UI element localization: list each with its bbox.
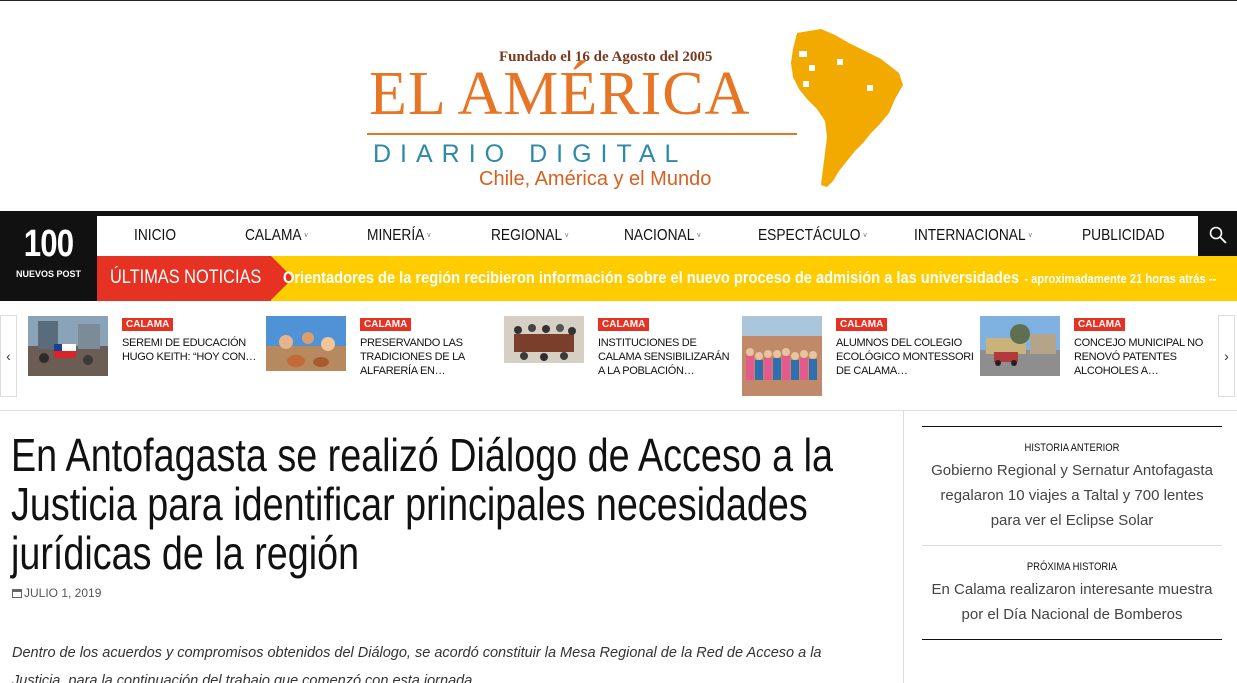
- card-title[interactable]: CONCEJO MUNICIPAL NO RENOVÓ PATENTES ALC…: [1074, 336, 1212, 378]
- menu-item-nacional[interactable]: NACIONAL ˅: [624, 227, 701, 245]
- menu-item-espectaculo[interactable]: ESPECTÁCULO ˅: [758, 227, 867, 245]
- card-thumbnail: [980, 316, 1060, 376]
- card-thumbnail: [266, 316, 346, 371]
- article-title: En Antofagasta se realizó Diálogo de Acc…: [11, 429, 833, 579]
- menu-item-inicio[interactable]: INICIO: [134, 227, 176, 245]
- card-category-badge[interactable]: CALAMA: [1074, 318, 1126, 331]
- menu-item-mineria[interactable]: MINERÍA ˅: [367, 227, 431, 245]
- card-thumbnail: [28, 316, 108, 376]
- chevron-left-icon: ‹: [6, 348, 11, 364]
- site-logo[interactable]: Fundado el 16 de Agosto del 2005 EL AMÉR…: [365, 29, 905, 195]
- search-icon: [1209, 226, 1227, 244]
- logo-brand-name: EL AMÉRICA: [369, 60, 751, 128]
- next-story-link[interactable]: En Calama realizaron interesante muestra…: [922, 577, 1222, 639]
- chevron-down-icon: ˅: [863, 231, 868, 241]
- logo-rule: [367, 133, 797, 135]
- new-post-label: NUEVOS POST: [15, 269, 81, 279]
- chevron-right-icon: ›: [1224, 348, 1229, 364]
- menu-label: MINERÍA: [367, 227, 425, 244]
- breaking-news-ticker: ÚLTIMAS NOTICIAS Orientadores de la regi…: [97, 256, 1237, 301]
- card-category-badge[interactable]: CALAMA: [360, 318, 412, 331]
- menu-label: NACIONAL: [624, 227, 695, 244]
- previous-story-label: HISTORIA ANTERIOR: [1024, 442, 1120, 454]
- new-post-counter: 100 NUEVOS POST: [0, 211, 97, 301]
- card-thumbnail: [742, 316, 822, 396]
- card-category-badge[interactable]: CALAMA: [598, 318, 650, 331]
- main-navigation: 100 NUEVOS POST INICIO CALAMA ˅ MINERÍA ˅ …: [0, 211, 1237, 301]
- menu-item-publicidad[interactable]: PUBLICIDAD: [1082, 227, 1165, 245]
- article-main: En Antofagasta se realizó Diálogo de Acc…: [0, 411, 904, 683]
- chevron-down-icon: ˅: [426, 231, 431, 241]
- card-title[interactable]: ALUMNOS DEL COLEGIO ECOLÓGICO MONTESSORI…: [836, 336, 974, 378]
- carousel-card[interactable]: CALAMA PRESERVANDO LAS TRADICIONES DE LA…: [266, 316, 496, 401]
- menu-label: ESPECTÁCULO: [758, 227, 861, 244]
- card-category-badge[interactable]: CALAMA: [122, 318, 174, 331]
- site-header: Fundado el 16 de Agosto del 2005 EL AMÉR…: [0, 0, 1237, 211]
- story-navigation-sidebar: HISTORIA ANTERIOR Gobierno Regional y Se…: [922, 426, 1222, 640]
- ticker-headline-text: Orientadores de la región recibieron inf…: [283, 268, 1020, 287]
- menu-item-internacional[interactable]: INTERNACIONAL ˅: [914, 227, 1032, 245]
- carousel-card[interactable]: CALAMA INSTITUCIONES DE CALAMA SENSIBILI…: [504, 316, 734, 401]
- carousel-next-button[interactable]: ›: [1218, 315, 1235, 397]
- news-carousel: ‹ CALAMA SEREMI DE EDUCACIÓN HUGO KEITH:…: [0, 301, 1237, 411]
- menu-label: CALAMA: [245, 227, 302, 244]
- article-lead: Dentro de los acuerdos y compromisos obt…: [12, 645, 822, 683]
- carousel-card[interactable]: CALAMA SEREMI DE EDUCACIÓN HUGO KEITH: “…: [28, 316, 258, 401]
- menu-label: INICIO: [134, 227, 177, 244]
- chevron-down-icon: ˅: [304, 231, 309, 241]
- carousel-prev-button[interactable]: ‹: [0, 315, 17, 397]
- menu-label: PUBLICIDAD: [1082, 227, 1165, 244]
- menu-label: REGIONAL: [491, 227, 563, 244]
- south-america-map-icon: [791, 29, 903, 187]
- logo-subtitle: Chile, América y el Mundo: [479, 168, 712, 190]
- previous-story-link[interactable]: Gobierno Regional y Sernatur Antofagasta…: [922, 458, 1222, 545]
- ticker-headline-link[interactable]: Orientadores de la región recibieron inf…: [283, 268, 1216, 288]
- search-button[interactable]: [1198, 216, 1237, 256]
- menu-bar: INICIO CALAMA ˅ MINERÍA ˅ REGIONAL ˅ NACION…: [97, 216, 1198, 256]
- new-post-count: 100: [23, 223, 74, 265]
- next-story-block: PRÓXIMA HISTORIA En Calama realizaron in…: [922, 545, 1222, 639]
- chevron-down-icon: ˅: [1028, 231, 1033, 241]
- next-story-label: PRÓXIMA HISTORIA: [1026, 561, 1118, 573]
- ticker-label-text: ÚLTIMAS NOTICIAS: [110, 267, 262, 288]
- calendar-icon: [12, 589, 22, 598]
- article-date: JULIO 1, 2019: [12, 586, 101, 600]
- logo-tagline: DIARIO DIGITAL: [373, 140, 688, 168]
- chevron-down-icon: ˅: [696, 231, 701, 241]
- carousel-card[interactable]: CALAMA CONCEJO MUNICIPAL NO RENOVÓ PATEN…: [980, 316, 1210, 401]
- chevron-down-icon: ˅: [564, 231, 569, 241]
- article-date-text: JULIO 1, 2019: [24, 586, 102, 600]
- ticker-timestamp: - aproximadamente 21 horas atrás --: [1024, 271, 1217, 286]
- menu-item-regional[interactable]: REGIONAL ˅: [491, 227, 569, 245]
- card-thumbnail: [504, 316, 584, 363]
- menu-label: INTERNACIONAL: [914, 227, 1026, 244]
- menu-item-calama[interactable]: CALAMA ˅: [245, 227, 308, 245]
- card-title[interactable]: PRESERVANDO LAS TRADICIONES DE LA ALFARE…: [360, 336, 498, 378]
- card-title[interactable]: INSTITUCIONES DE CALAMA SENSIBILIZARÁN A…: [598, 336, 736, 378]
- previous-story-block: HISTORIA ANTERIOR Gobierno Regional y Se…: [922, 426, 1222, 545]
- card-category-badge[interactable]: CALAMA: [836, 318, 888, 331]
- carousel-card[interactable]: CALAMA ALUMNOS DEL COLEGIO ECOLÓGICO MON…: [742, 316, 974, 401]
- card-title[interactable]: SEREMI DE EDUCACIÓN HUGO KEITH: “HOY CON…: [122, 336, 260, 364]
- sidebar-divider: [922, 639, 1222, 640]
- ticker-label: ÚLTIMAS NOTICIAS: [97, 256, 271, 301]
